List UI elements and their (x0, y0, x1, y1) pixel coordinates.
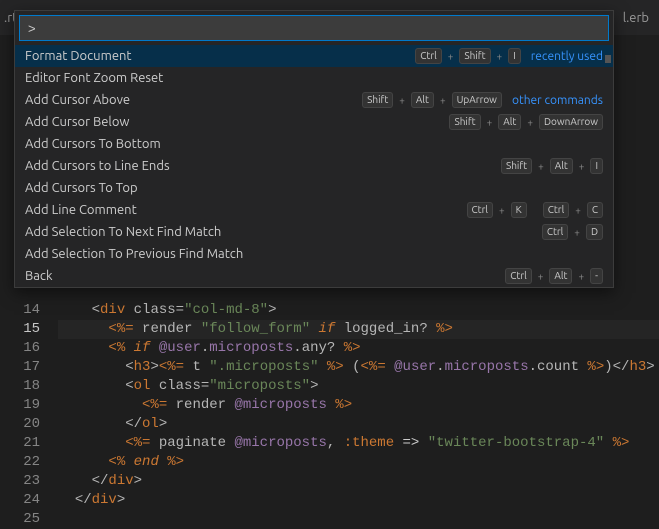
keycap: Ctrl (505, 268, 531, 284)
command-label: Format Document (25, 49, 415, 63)
code-line[interactable]: </div> (58, 491, 659, 509)
code-line[interactable]: <%= render "follow_form" if logged_in? %… (58, 320, 659, 339)
editor-window: .rt l.erb 141516171819202122232425 <div … (0, 0, 659, 509)
keycap: Ctrl (467, 202, 493, 218)
hint-recently-used: recently used (531, 50, 603, 63)
keycap: C (587, 202, 603, 218)
code-line[interactable]: <%= paginate @microposts, :theme => "twi… (58, 434, 659, 453)
keycap: Shift (459, 48, 490, 64)
command-item[interactable]: Add Cursors to Line EndsShift+Alt+I (15, 155, 613, 177)
command-item[interactable]: Add Line CommentCtrl+KCtrl+C (15, 199, 613, 221)
command-shortcut: Shift+Alt+UpArrow (362, 92, 502, 108)
keycap: DownArrow (539, 114, 603, 130)
line-number: 19 (0, 396, 40, 415)
keycap: Ctrl (542, 224, 568, 240)
keycap: Ctrl (415, 48, 441, 64)
keycap: I (508, 48, 521, 64)
line-number: 24 (0, 491, 40, 510)
code-line[interactable]: </ol> (58, 415, 659, 434)
command-shortcut: Shift+Alt+DownArrow (449, 114, 603, 130)
command-label: Add Cursors to Line Ends (25, 159, 501, 173)
command-item[interactable]: Add Cursors To Bottom (15, 133, 613, 155)
hint-other-commands: other commands (512, 94, 603, 107)
command-label: Editor Font Zoom Reset (25, 71, 603, 85)
command-item[interactable]: Add Selection To Next Find MatchCtrl+D (15, 221, 613, 243)
line-number: 22 (0, 453, 40, 472)
keycap: Alt (498, 114, 521, 130)
command-search-input[interactable] (19, 15, 609, 41)
keycap: Shift (362, 92, 393, 108)
keycap: Shift (501, 158, 532, 174)
command-list: Format DocumentCtrl+Shift+I recently used… (15, 45, 613, 287)
code-line[interactable]: <div class="col-md-8"> (58, 301, 659, 320)
command-item[interactable]: Add Cursor BelowShift+Alt+DownArrow (15, 111, 613, 133)
command-item[interactable]: Format DocumentCtrl+Shift+I recently used (15, 45, 613, 67)
code-line[interactable]: <% if @user.microposts.any? %> (58, 339, 659, 358)
code-line[interactable]: <ol class="microposts"> (58, 377, 659, 396)
keycap: Alt (411, 92, 434, 108)
command-shortcut: Shift+Alt+I (501, 158, 603, 174)
keycap: D (586, 224, 603, 240)
command-item[interactable]: Add Cursors To Top (15, 177, 613, 199)
line-number: 16 (0, 339, 40, 358)
line-number: 15 (0, 320, 40, 339)
line-number: 18 (0, 377, 40, 396)
command-search-wrap (15, 11, 613, 45)
code-line[interactable]: <%= render @microposts %> (58, 396, 659, 415)
line-number: 23 (0, 472, 40, 491)
command-label: Add Selection To Previous Find Match (25, 247, 603, 261)
keycap: Alt (550, 158, 573, 174)
line-number: 25 (0, 510, 40, 529)
keycap: Shift (449, 114, 480, 130)
command-label: Add Line Comment (25, 203, 467, 217)
command-item[interactable]: Add Selection To Previous Find Match (15, 243, 613, 265)
keycap: UpArrow (452, 92, 502, 108)
keycap: - (590, 268, 603, 284)
keycap: K (511, 202, 527, 218)
code-line[interactable]: <% end %> (58, 453, 659, 472)
command-label: Add Cursor Above (25, 93, 362, 107)
command-item[interactable]: Add Cursor AboveShift+Alt+UpArrow other c… (15, 89, 613, 111)
line-number: 17 (0, 358, 40, 377)
code-line[interactable]: </div> (58, 472, 659, 491)
command-item[interactable]: BackCtrl+Alt+- (15, 265, 613, 287)
keycap: I (590, 158, 603, 174)
tab-right-fragment: l.erb (623, 11, 659, 25)
command-label: Add Cursors To Bottom (25, 137, 603, 151)
line-number: 20 (0, 415, 40, 434)
keycap: Alt (549, 268, 572, 284)
scrollbar-thumb[interactable] (605, 55, 611, 63)
keycap: Ctrl (543, 202, 569, 218)
command-label: Add Selection To Next Find Match (25, 225, 542, 239)
code-line[interactable]: <h3><%= t ".microposts" %> (<%= @user.mi… (58, 358, 659, 377)
command-label: Add Cursor Below (25, 115, 449, 129)
command-shortcut: Ctrl+Alt+- (505, 268, 603, 284)
command-palette: Format DocumentCtrl+Shift+I recently used… (14, 10, 614, 288)
line-number: 21 (0, 434, 40, 453)
command-item[interactable]: Editor Font Zoom Reset (15, 67, 613, 89)
command-shortcut: Ctrl+D (542, 224, 603, 240)
command-label: Back (25, 269, 505, 283)
line-number: 14 (0, 301, 40, 320)
command-shortcut: Ctrl+Shift+I (415, 48, 520, 64)
command-shortcut: Ctrl+KCtrl+C (467, 202, 603, 218)
command-label: Add Cursors To Top (25, 181, 603, 195)
